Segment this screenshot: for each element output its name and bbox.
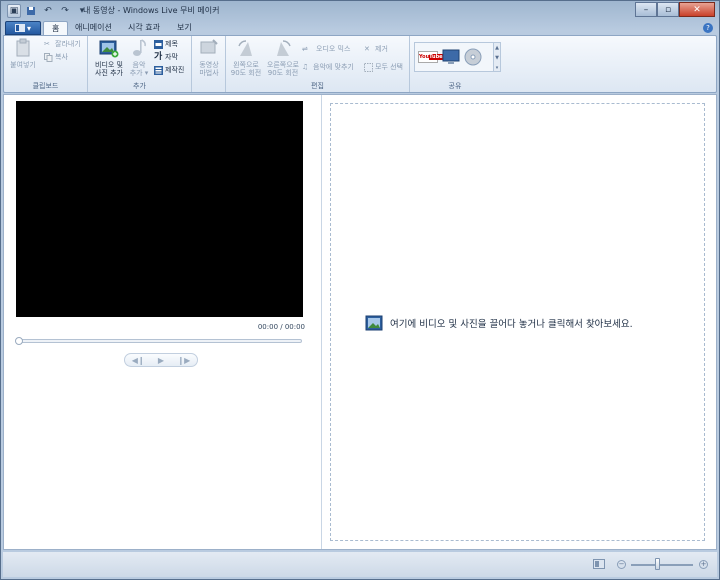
storyboard-drop-hint[interactable]: 여기에 비디오 및 사진을 끌어다 놓거나 클릭해서 찾아보세요. [365, 315, 633, 331]
next-frame-icon[interactable]: ❙▶ [177, 356, 190, 365]
tab-animations[interactable]: 애니메이션 [67, 21, 120, 35]
music-note-icon [133, 39, 146, 56]
dvd-icon[interactable] [464, 48, 482, 66]
minimize-button[interactable]: – [635, 2, 657, 17]
youtube-icon[interactable]: YouTube [418, 51, 443, 63]
movie-wizard-icon [200, 39, 218, 54]
playback-controls: ◀❙ ▶ ❙▶ [124, 353, 198, 367]
close-button[interactable]: ✕ [679, 2, 715, 17]
group-editing: 왼쪽으로 90도 회전 오른쪽으로 90도 회전 ⇌ 오디오 믹스 ♫ 음악에 … [226, 36, 410, 92]
previous-frame-icon[interactable]: ◀❙ [132, 356, 145, 365]
window-controls: – ▫ ✕ [635, 2, 715, 17]
monitor-icon[interactable] [442, 49, 460, 65]
add-videos-photos-button[interactable]: 비디오 및 사진 추가 [92, 38, 126, 77]
remove-button[interactable]: ✕ 제거 [364, 44, 388, 54]
file-menu-button[interactable]: ▾ [5, 21, 41, 35]
thumbnail-size-icon[interactable] [593, 559, 605, 569]
add-videos-photos-icon [99, 40, 119, 58]
group-add: 비디오 및 사진 추가 음악 추가 ▾ 제목 가 자막 제작진 추가 [88, 36, 192, 92]
audio-mix-icon: ⇌ [302, 44, 308, 53]
rotate-right-icon [277, 40, 291, 56]
storyboard-pane[interactable]: 여기에 비디오 및 사진을 끌어다 놓거나 클릭해서 찾아보세요. [330, 103, 705, 541]
play-icon[interactable]: ▶ [158, 356, 164, 365]
undo-icon[interactable]: ↶ [41, 4, 55, 18]
cut-button[interactable]: ✂ 잘라내기 [44, 39, 81, 49]
zoom-in-button[interactable]: + [699, 560, 708, 569]
seek-thumb[interactable] [15, 337, 23, 345]
fit-to-music-icon: ♫ [302, 62, 309, 71]
storyboard-hint-text: 여기에 비디오 및 사진을 끌어다 놓거나 클릭해서 찾아보세요. [390, 319, 633, 330]
title-bar: ▣ ↶ ↷ ▾ 내 동영상 - Windows Live 무비 메이커 – ▫ … [1, 1, 719, 21]
copy-icon [44, 52, 53, 62]
group-label-clipboard: 클립보드 [32, 82, 59, 90]
status-bar: − + [3, 552, 717, 577]
window-title: 내 동영상 - Windows Live 무비 메이커 [83, 6, 220, 15]
redo-icon[interactable]: ↷ [58, 4, 72, 18]
movie-maker-menu-icon [14, 24, 25, 32]
help-icon[interactable]: ? [703, 23, 713, 33]
video-preview[interactable] [16, 101, 303, 317]
share-gallery-scroll[interactable]: ▲ ▼ ▾ [493, 42, 501, 72]
rotate-left-button[interactable]: 왼쪽으로 90도 회전 [228, 38, 264, 77]
zoom-slider-track[interactable] [631, 564, 693, 566]
copy-button[interactable]: 복사 [44, 52, 68, 62]
credits-button[interactable]: 제작진 [154, 65, 184, 75]
main-area: 00:00 / 00:00 ◀❙ ▶ ❙▶ 여기에 비디오 및 사진을 끌어다 … [3, 94, 717, 550]
remove-icon: ✕ [364, 44, 370, 53]
save-icon[interactable] [24, 4, 38, 18]
paste-icon [16, 38, 30, 57]
zoom-out-button[interactable]: − [617, 560, 626, 569]
rotate-right-button[interactable]: 오른쪽으로 90도 회전 [264, 38, 302, 77]
share-gallery: YouTube ▲ ▼ ▾ [414, 42, 501, 72]
add-music-button[interactable]: 음악 추가 ▾ [128, 38, 150, 77]
scissors-icon: ✂ [44, 39, 50, 48]
tab-visual-effects[interactable]: 시각 효과 [120, 21, 168, 35]
movie-wizard-button[interactable]: 동영상 마법사 [195, 38, 223, 77]
caption-icon: 가 [154, 51, 163, 62]
maximize-button[interactable]: ▫ [657, 2, 679, 17]
group-label-share: 공유 [448, 82, 462, 90]
ribbon: 붙여넣기 ✂ 잘라내기 복사 클립보드 비디오 및 사진 추가 음악 추가 ▾ [3, 35, 717, 93]
seek-bar[interactable] [15, 337, 302, 345]
tab-view[interactable]: 보기 [169, 21, 200, 35]
fit-to-music-button[interactable]: ♫ 음악에 맞추기 [302, 62, 354, 72]
zoom-slider-thumb[interactable] [655, 558, 660, 570]
group-label-editing: 편집 [311, 82, 324, 90]
group-clipboard: 붙여넣기 ✂ 잘라내기 복사 클립보드 [4, 36, 88, 92]
ribbon-tab-row: ▾ 홈 애니메이션 시각 효과 보기 ? [3, 21, 717, 35]
group-label-add: 추가 [133, 82, 146, 90]
preview-pane: 00:00 / 00:00 ◀❙ ▶ ❙▶ [4, 95, 322, 549]
select-all-icon [364, 62, 373, 72]
select-all-button[interactable]: 모두 선택 [364, 62, 403, 72]
paste-button[interactable]: 붙여넣기 [8, 38, 38, 69]
rotate-left-icon [238, 40, 252, 56]
tab-home[interactable]: 홈 [43, 21, 69, 35]
credits-icon [154, 65, 163, 75]
title-icon [154, 39, 163, 49]
group-wizard: 동영상 마법사 [192, 36, 226, 92]
caption-button[interactable]: 가 자막 [154, 52, 178, 62]
audio-mix-button[interactable]: ⇌ 오디오 믹스 [302, 44, 350, 54]
app-window: ▣ ↶ ↷ ▾ 내 동영상 - Windows Live 무비 메이커 – ▫ … [0, 0, 720, 580]
app-menu-icon[interactable]: ▣ [7, 4, 21, 18]
title-button[interactable]: 제목 [154, 39, 178, 49]
quick-access-toolbar: ▣ ↶ ↷ ▾ [7, 4, 89, 18]
add-media-icon [365, 315, 383, 331]
group-share: YouTube ▲ ▼ ▾ 공유 [410, 36, 501, 92]
timecode: 00:00 / 00:00 [257, 323, 305, 331]
